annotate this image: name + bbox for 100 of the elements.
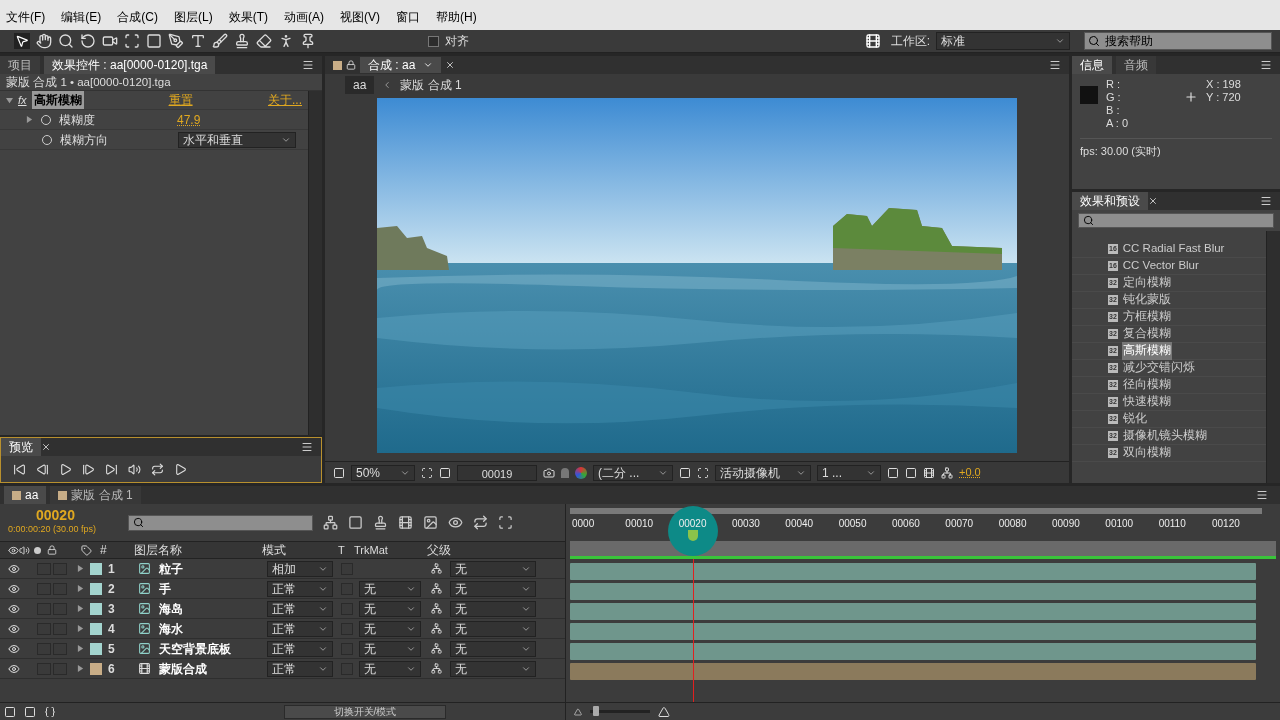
layer-name[interactable]: 蒙版合成: [159, 659, 267, 678]
comp-flowchart-icon[interactable]: [323, 515, 338, 530]
toggle-switches-button[interactable]: 切换开关/模式: [284, 704, 446, 719]
panel-menu-icon[interactable]: [1260, 59, 1272, 71]
last-frame-icon[interactable]: [105, 462, 118, 476]
text-icon[interactable]: [190, 33, 206, 49]
playhead-handle[interactable]: [688, 530, 699, 541]
effect-item[interactable]: 径向模糊: [1121, 376, 1172, 394]
visibility-icon[interactable]: [7, 562, 21, 575]
effect-item[interactable]: 定向模糊: [1121, 274, 1172, 292]
panel-tab[interactable]: 预览: [1, 438, 41, 456]
expand-triangle-icon[interactable]: [26, 116, 33, 123]
menu-item[interactable]: 视图(V): [340, 8, 380, 26]
resolution-dropdown[interactable]: (二分 ...: [593, 464, 673, 481]
expand-triangle-icon[interactable]: [77, 645, 84, 652]
panel-tab[interactable]: 项目: [0, 56, 40, 74]
effects-search-field[interactable]: [1078, 213, 1274, 228]
track-matte-dropdown[interactable]: 无: [359, 580, 421, 597]
parent-dropdown[interactable]: 无: [450, 660, 536, 677]
parent-dropdown[interactable]: 无: [450, 560, 536, 577]
track-matte-dropdown[interactable]: 无: [359, 660, 421, 677]
effect-item[interactable]: 复合模糊: [1121, 325, 1172, 343]
hand-icon[interactable]: [36, 33, 52, 49]
effect-item[interactable]: 快速模糊: [1121, 393, 1172, 411]
menu-item[interactable]: 帮助(H): [436, 8, 477, 26]
camera-dropdown[interactable]: 活动摄像机: [715, 464, 811, 481]
label-color-swatch[interactable]: [90, 662, 102, 675]
current-frame-field[interactable]: 00019: [457, 464, 537, 481]
expand-triangle-icon[interactable]: [77, 665, 84, 672]
panel-menu-icon[interactable]: [1260, 195, 1272, 207]
exposure-value[interactable]: +0.0: [959, 464, 981, 481]
label-color-swatch[interactable]: [90, 582, 102, 595]
camera-icon[interactable]: [102, 33, 118, 49]
menu-item[interactable]: 效果(T): [228, 8, 268, 26]
audio-icon[interactable]: [128, 462, 141, 476]
first-frame-icon[interactable]: [13, 462, 26, 476]
close-icon[interactable]: [445, 60, 456, 70]
label-color-swatch[interactable]: [90, 642, 102, 655]
menu-item[interactable]: 图层(L): [174, 8, 213, 26]
effect-item[interactable]: 高斯模糊: [1121, 342, 1172, 360]
visibility-icon[interactable]: [7, 642, 21, 655]
effect-item[interactable]: 锐化: [1121, 410, 1148, 428]
visibility-icon[interactable]: [7, 622, 21, 635]
expand-triangle-icon[interactable]: [77, 625, 84, 632]
menu-item[interactable]: 窗口: [396, 8, 420, 26]
pen-icon[interactable]: [168, 33, 184, 49]
breadcrumb-item[interactable]: aa: [345, 76, 375, 94]
effect-item[interactable]: CC Radial Fast Blur: [1121, 240, 1226, 258]
viewer-tab[interactable]: 合成 : aa: [360, 57, 442, 73]
timeline-tab[interactable]: 蒙版 合成 1: [50, 486, 141, 504]
next-frame-icon[interactable]: [82, 462, 95, 476]
param-value[interactable]: 47.9: [177, 110, 201, 129]
effect-item[interactable]: CC Vector Blur: [1121, 257, 1200, 275]
mode-dropdown[interactable]: 正常: [267, 660, 333, 677]
parent-dropdown[interactable]: 无: [450, 580, 536, 597]
play-icon[interactable]: [59, 462, 72, 476]
effect-item[interactable]: 双向模糊: [1121, 444, 1172, 462]
channels-icon[interactable]: [575, 466, 587, 479]
effect-item[interactable]: 方框模糊: [1121, 308, 1172, 326]
track-matte-dropdown[interactable]: 无: [359, 640, 421, 657]
lock-icon[interactable]: [346, 60, 356, 70]
panel-tab[interactable]: 效果控件 : aa[0000-0120].tga: [44, 56, 216, 74]
layer-name[interactable]: 手: [159, 579, 267, 598]
visibility-icon[interactable]: [7, 662, 21, 675]
person-icon[interactable]: [561, 467, 569, 478]
panel-menu-icon[interactable]: [1049, 59, 1061, 71]
zoom-slider-thumb[interactable]: [592, 706, 599, 716]
layer-name[interactable]: 海岛: [159, 599, 267, 618]
menu-item[interactable]: 文件(F): [6, 8, 46, 26]
effect-item[interactable]: 钝化蒙版: [1121, 291, 1172, 309]
mode-dropdown[interactable]: 正常: [267, 640, 333, 657]
visibility-icon[interactable]: [7, 582, 21, 595]
label-color-swatch[interactable]: [90, 622, 102, 635]
expand-triangle-icon[interactable]: [6, 96, 13, 104]
flowchart-icon[interactable]: [941, 466, 953, 479]
timeline-tab[interactable]: aa: [4, 486, 47, 504]
reset-link[interactable]: 重置: [168, 91, 193, 109]
visibility-icon[interactable]: [7, 602, 21, 615]
close-icon[interactable]: [41, 442, 51, 452]
layer-name[interactable]: 海水: [159, 619, 267, 638]
align-checkbox[interactable]: [428, 35, 439, 47]
panel-menu-icon[interactable]: [1256, 489, 1268, 501]
zoom-dropdown[interactable]: 50%: [351, 464, 415, 481]
zoom-in-icon[interactable]: [658, 705, 670, 718]
layer-name[interactable]: 天空背景底板: [159, 639, 267, 658]
parent-dropdown[interactable]: 无: [450, 600, 536, 617]
parent-dropdown[interactable]: 无: [450, 620, 536, 637]
views-dropdown[interactable]: 1 ...: [817, 464, 881, 481]
menu-item[interactable]: 动画(A): [284, 8, 324, 26]
close-icon[interactable]: [1148, 196, 1158, 206]
pointer-icon[interactable]: [14, 33, 30, 49]
layer-name[interactable]: 粒子: [159, 559, 267, 578]
mode-dropdown[interactable]: 正常: [267, 600, 333, 617]
figure-icon[interactable]: [278, 33, 294, 49]
label-color-swatch[interactable]: [90, 602, 102, 615]
expand-triangle-icon[interactable]: [77, 565, 84, 572]
expand-triangle-icon[interactable]: [77, 605, 84, 612]
help-search-field[interactable]: 搜索帮助: [1084, 32, 1272, 50]
panel-tab[interactable]: 信息: [1072, 56, 1112, 74]
eraser-icon[interactable]: [256, 33, 272, 49]
